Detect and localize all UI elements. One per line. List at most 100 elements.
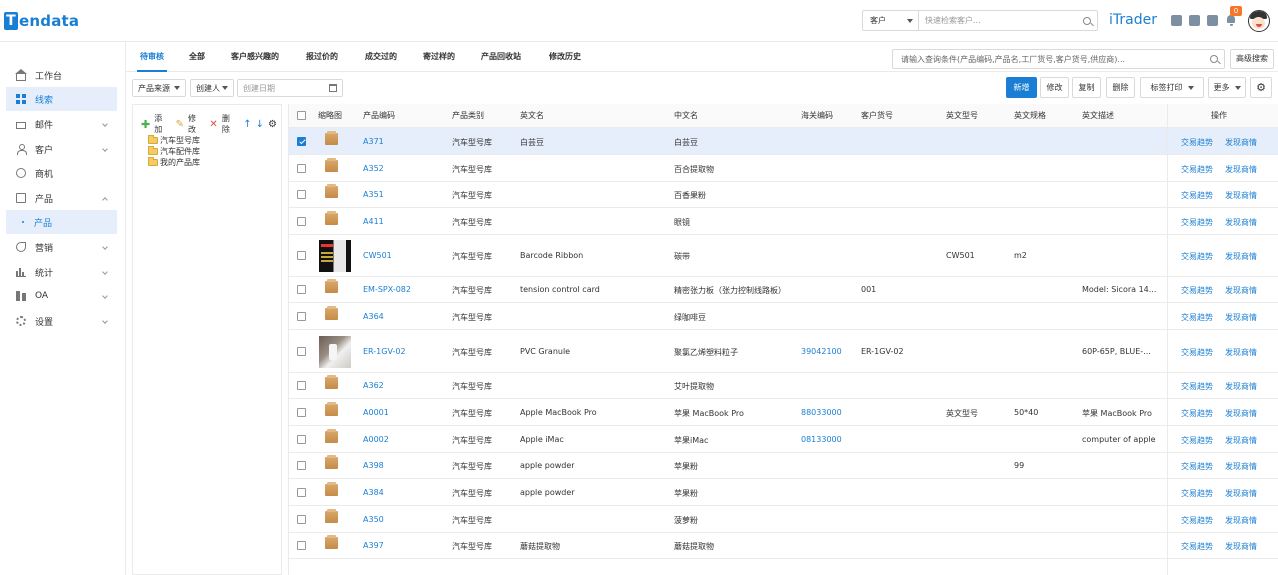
product-thumbnail[interactable]: [325, 305, 338, 320]
row-checkbox[interactable]: [297, 514, 306, 524]
column-header-english-name[interactable]: 英文名: [520, 104, 544, 128]
product-thumbnail[interactable]: [319, 335, 351, 368]
product-code-link[interactable]: A352: [363, 164, 384, 173]
product-code-link[interactable]: CW501: [363, 251, 392, 260]
tendata-logo[interactable]: Tendata: [4, 11, 79, 31]
arrow-down-icon[interactable]: ↓: [256, 119, 264, 130]
row-checkbox[interactable]: [297, 136, 306, 146]
sidebar-item-opportunity[interactable]: 商机: [6, 161, 117, 185]
sidebar-item-statistics[interactable]: 统计: [6, 260, 117, 284]
table-row[interactable]: A411 汽车型号库 眼镜 交易趋势 发现商情: [289, 208, 1278, 235]
row-checkbox[interactable]: [297, 434, 306, 444]
product-thumbnail[interactable]: [325, 535, 338, 549]
product-code-link[interactable]: A0002: [363, 435, 389, 444]
discover-leads-link[interactable]: 发现商情: [1225, 515, 1257, 526]
tab-all[interactable]: 全部: [189, 42, 205, 72]
trade-trend-link[interactable]: 交易趋势: [1181, 541, 1213, 552]
row-checkbox[interactable]: [297, 487, 306, 497]
settings-button[interactable]: ⚙: [1250, 77, 1272, 98]
tree-node-my-products[interactable]: 我的产品库: [148, 157, 200, 168]
tab-history[interactable]: 修改历史: [549, 42, 581, 72]
column-header-chinese-name[interactable]: 中文名: [674, 104, 698, 128]
search-type-select[interactable]: 客户: [863, 11, 919, 30]
edit-button[interactable]: 修改: [1040, 77, 1069, 98]
tree-edit-button[interactable]: ✎ 修改: [176, 113, 206, 135]
table-row[interactable]: A397 汽车型号库 蘑菇提取物 蘑菇提取物 交易趋势 发现商情: [289, 533, 1278, 559]
discover-leads-link[interactable]: 发现商情: [1225, 164, 1257, 175]
hs-code[interactable]: 08133000: [801, 435, 842, 444]
row-checkbox[interactable]: [297, 461, 306, 470]
hs-code[interactable]: 39042100: [801, 347, 842, 356]
row-checkbox[interactable]: [297, 190, 306, 199]
discover-leads-link[interactable]: 发现商情: [1225, 137, 1257, 148]
table-row[interactable]: A350 汽车型号库 菠萝粉 交易趋势 发现商情: [289, 506, 1278, 533]
discover-leads-link[interactable]: 发现商情: [1225, 435, 1257, 446]
row-checkbox[interactable]: [297, 285, 306, 294]
trade-trend-link[interactable]: 交易趋势: [1181, 515, 1213, 526]
trade-trend-link[interactable]: 交易趋势: [1181, 461, 1213, 472]
query-search-button[interactable]: [1204, 55, 1224, 63]
user-avatar[interactable]: [1248, 10, 1270, 32]
row-checkbox[interactable]: [297, 216, 306, 226]
share-icon[interactable]: [1189, 15, 1200, 26]
row-checkbox[interactable]: [297, 381, 306, 390]
product-code-link[interactable]: A362: [363, 381, 384, 390]
column-header-thumbnail[interactable]: 缩略图: [318, 104, 342, 128]
itrader-brand[interactable]: iTrader: [1109, 12, 1157, 28]
sidebar-item-leads[interactable]: 线索: [6, 87, 117, 111]
product-code-link[interactable]: A364: [363, 312, 384, 321]
discover-leads-link[interactable]: 发现商情: [1225, 381, 1257, 392]
created-date-filter[interactable]: 创建日期: [237, 79, 343, 97]
tab-dealt[interactable]: 成交过的: [365, 42, 397, 72]
source-filter[interactable]: 产品来源: [132, 79, 186, 97]
trade-trend-link[interactable]: 交易趋势: [1181, 251, 1213, 262]
app-icon[interactable]: [1171, 15, 1182, 26]
trade-trend-link[interactable]: 交易趋势: [1181, 217, 1213, 228]
product-thumbnail[interactable]: [319, 240, 351, 272]
tree-node-car-model[interactable]: 汽车型号库: [148, 135, 200, 146]
product-code-link[interactable]: A350: [363, 515, 384, 524]
new-button[interactable]: 新增: [1006, 77, 1037, 98]
tab-interested[interactable]: 客户感兴趣的: [231, 42, 279, 72]
column-header-english-spec[interactable]: 英文规格: [1014, 104, 1046, 128]
table-row[interactable]: A384 汽车型号库 apple powder 苹果粉 交易趋势 发现商情: [289, 479, 1278, 506]
column-header-english-desc[interactable]: 英文描述: [1082, 104, 1114, 128]
product-code-link[interactable]: A0001: [363, 408, 389, 417]
sidebar-item-settings[interactable]: 设置: [6, 309, 117, 333]
discover-leads-link[interactable]: 发现商情: [1225, 408, 1257, 419]
sidebar-item-product[interactable]: 产品: [6, 186, 117, 210]
delete-button[interactable]: 删除: [1106, 77, 1135, 98]
trade-trend-link[interactable]: 交易趋势: [1181, 285, 1213, 296]
product-thumbnail[interactable]: [325, 130, 338, 145]
column-header-hs-code[interactable]: 海关编码: [801, 104, 833, 128]
table-row[interactable]: A352 汽车型号库 百合提取物 交易趋势 发现商情: [289, 155, 1278, 182]
product-thumbnail[interactable]: [325, 375, 338, 389]
trade-trend-link[interactable]: 交易趋势: [1181, 137, 1213, 148]
table-row[interactable]: A398 汽车型号库 apple powder 苹果粉 99 交易趋势 发现商情: [289, 453, 1278, 479]
trade-trend-link[interactable]: 交易趋势: [1181, 164, 1213, 175]
column-header-english-model[interactable]: 英文型号: [946, 104, 978, 128]
product-code-link[interactable]: A371: [363, 137, 384, 146]
column-header-customer-no[interactable]: 客户货号: [861, 104, 893, 128]
discover-leads-link[interactable]: 发现商情: [1225, 461, 1257, 472]
product-thumbnail[interactable]: [325, 428, 338, 443]
tab-quoted[interactable]: 报过价的: [306, 42, 338, 72]
product-thumbnail[interactable]: [325, 210, 338, 225]
product-thumbnail[interactable]: [325, 481, 338, 496]
sidebar-item-workbench[interactable]: 工作台: [6, 63, 117, 87]
select-all-checkbox[interactable]: [297, 111, 306, 120]
gear-icon[interactable]: ⚙: [268, 119, 277, 130]
row-checkbox[interactable]: [297, 541, 306, 550]
advanced-search-button[interactable]: 高级搜索: [1230, 49, 1274, 69]
product-code-link[interactable]: EM-SPX-082: [363, 285, 411, 294]
discover-leads-link[interactable]: 发现商情: [1225, 217, 1257, 228]
table-row[interactable]: CW501 汽车型号库 Barcode Ribbon 碳带 CW501 m2 交易趋势 发现商…: [289, 235, 1278, 277]
product-thumbnail[interactable]: [325, 508, 338, 523]
product-code-link[interactable]: A398: [363, 461, 384, 470]
sidebar-item-mail[interactable]: 邮件: [6, 112, 117, 136]
product-code-link[interactable]: A351: [363, 190, 384, 199]
row-checkbox[interactable]: [297, 251, 306, 260]
table-row[interactable]: ER-1GV-02 汽车型号库 PVC Granule 聚氯乙烯塑料粒子 3904210…: [289, 330, 1278, 373]
product-code-link[interactable]: A397: [363, 541, 384, 550]
table-row[interactable]: A351 汽车型号库 百香果粉 交易趋势 发现商情: [289, 182, 1278, 208]
